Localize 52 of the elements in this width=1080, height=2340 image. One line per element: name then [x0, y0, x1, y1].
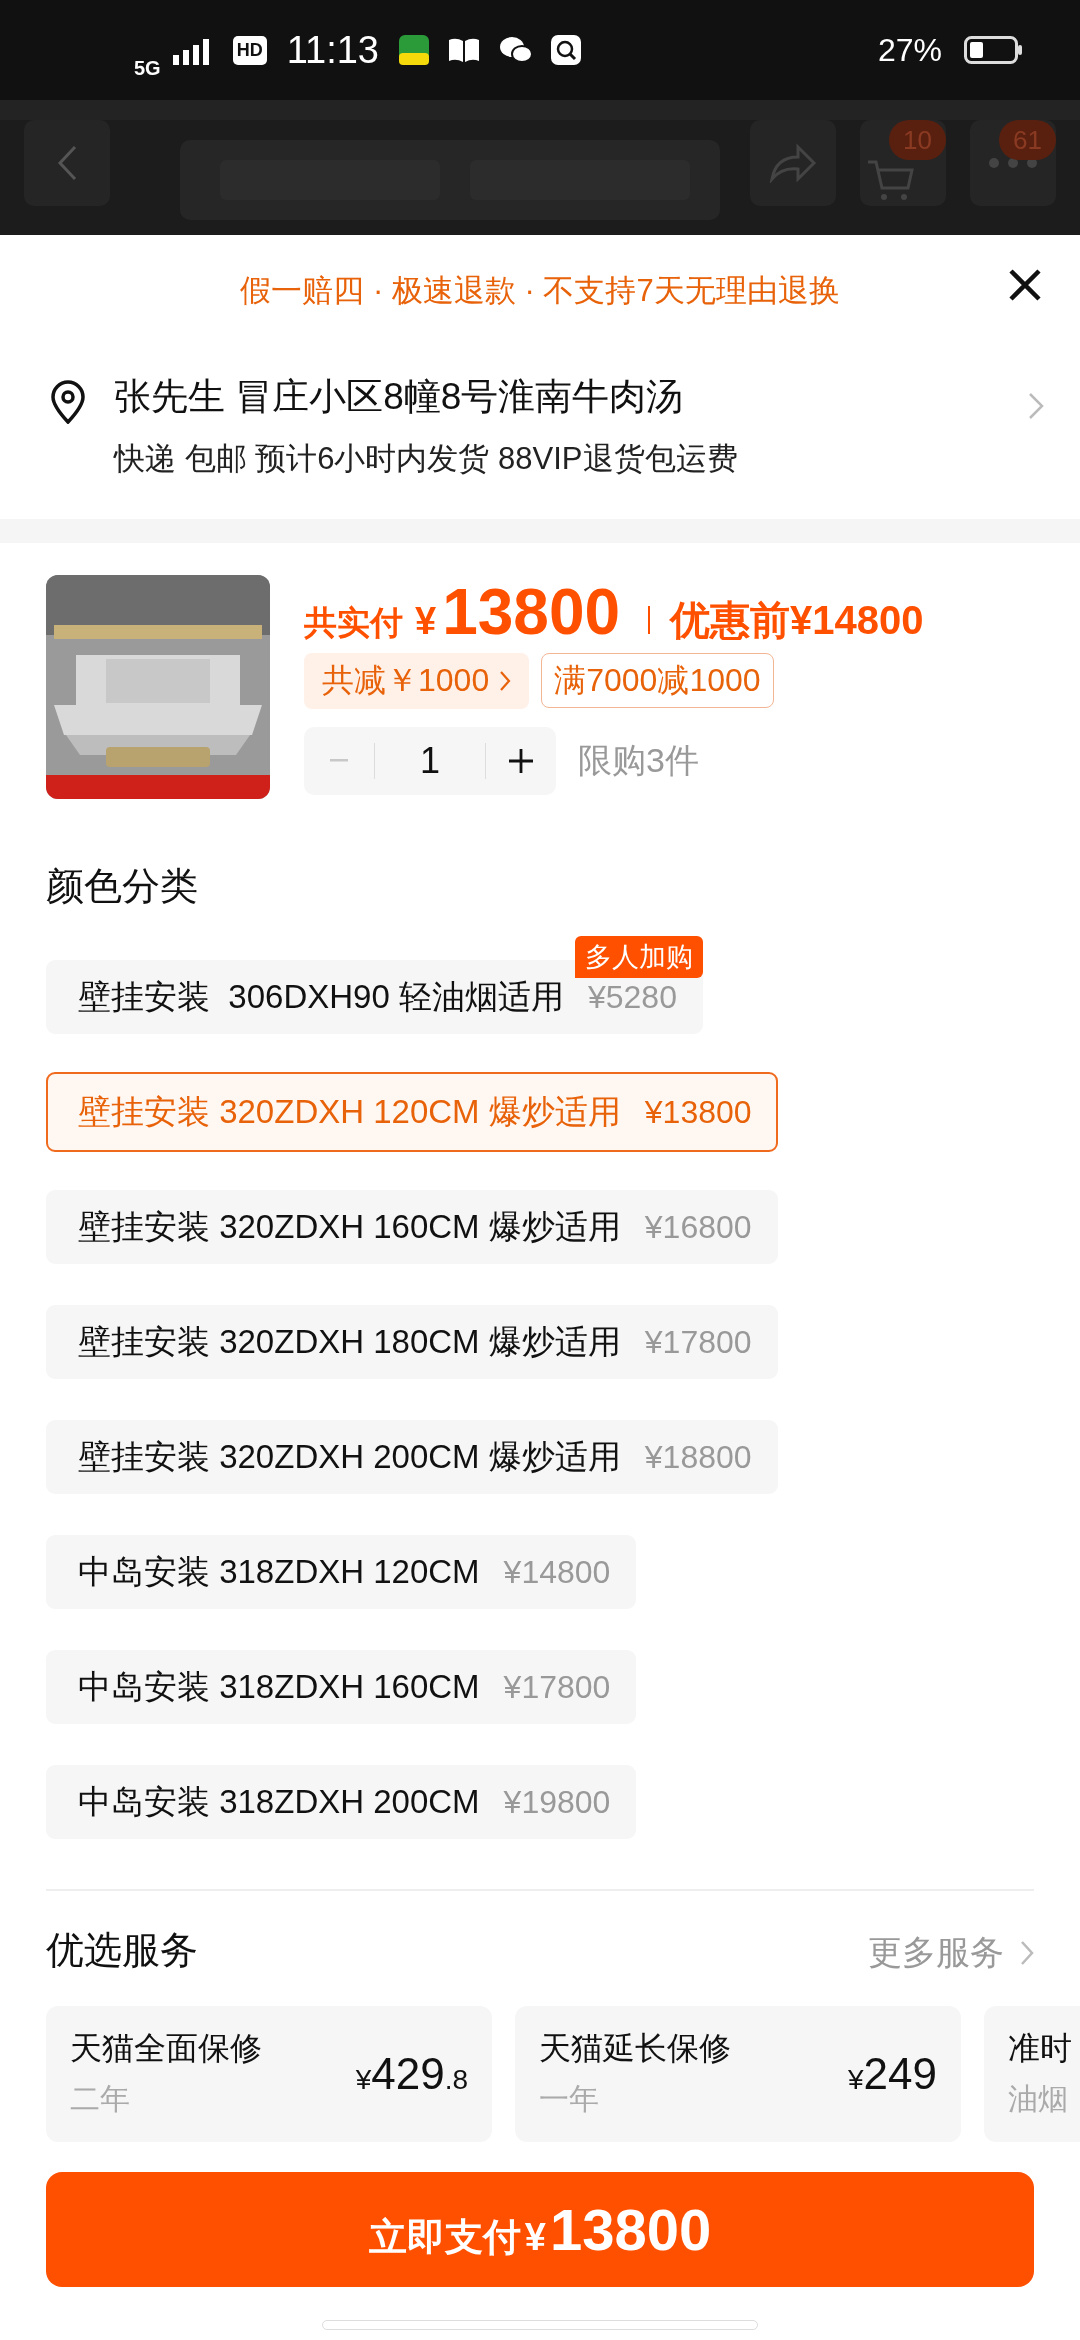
service-price: ¥249	[848, 2048, 937, 2099]
guarantee-notice: 假一赔四 · 极速退款 · 不支持7天无理由退换	[240, 272, 840, 310]
service-price: ¥429.8	[355, 2048, 468, 2099]
promo-tag: 满7000减1000	[541, 653, 774, 708]
option-chip[interactable]: 壁挂安装 320ZDXH 180CM 爆炒适用 ¥17800	[46, 1305, 778, 1379]
currency-symbol: ¥	[415, 600, 437, 643]
service-title: 天猫延长保修	[539, 2029, 731, 2068]
battery-icon	[964, 36, 1022, 64]
section-title: 优选服务	[45, 1927, 198, 1973]
price-amount: 13800	[442, 575, 621, 649]
delivery-info: 快递 包邮 预计6小时内发货 88VIP退货包运费	[114, 440, 739, 478]
hd-badge: HD	[232, 35, 267, 65]
purchase-limit: 限购3件	[578, 740, 699, 781]
more-icon	[988, 157, 1038, 169]
location-pin-icon	[50, 380, 86, 424]
app-icon	[398, 35, 429, 65]
option-chip[interactable]: 壁挂安装 320ZDXH 200CM 爆炒适用 ¥18800	[46, 1420, 778, 1494]
back-button[interactable]	[24, 120, 110, 206]
popular-badge: 多人加购	[574, 936, 703, 978]
quantity-value: 1	[374, 743, 486, 779]
option-chip[interactable]: 中岛安装 318ZDXH 120CM ¥14800	[46, 1535, 637, 1609]
service-term: 一年	[539, 2081, 600, 2117]
chevron-right-icon	[1020, 1939, 1034, 1966]
service-card[interactable]: 天猫延长保修 一年 ¥249	[515, 2005, 961, 2142]
close-icon	[1008, 268, 1042, 302]
network-type: 5G	[134, 56, 161, 80]
minus-icon	[330, 759, 348, 763]
chevron-right-icon	[499, 670, 512, 692]
service-card[interactable]: 天猫全面保修 二年 ¥429.8	[46, 2005, 492, 2142]
share-button[interactable]	[750, 120, 836, 206]
chevron-right-icon	[1028, 392, 1044, 420]
option-chip[interactable]: 中岛安装 318ZDXH 160CM ¥17800	[46, 1650, 637, 1724]
service-title: 天猫全面保修	[70, 2029, 262, 2068]
cart-icon	[866, 158, 916, 202]
service-title: 准时	[1008, 2029, 1072, 2068]
section-title: 颜色分类	[45, 864, 199, 909]
book-icon	[446, 36, 481, 64]
original-price: 优惠前¥14800	[670, 597, 924, 644]
address-text: 张先生 冒庄小区8幢8号淮南牛肉汤	[114, 375, 685, 419]
price-label: 共实付	[304, 603, 403, 643]
plus-icon	[509, 749, 533, 773]
service-term: 油烟	[1008, 2081, 1069, 2117]
address-row[interactable]: 张先生 冒庄小区8幢8号淮南牛肉汤 快递 包邮 预计6小时内发货 88VIP退货包运费	[0, 322, 1080, 519]
clock-time: 11:13	[286, 28, 379, 72]
share-icon	[768, 143, 818, 183]
search-app-icon	[550, 35, 581, 65]
back-icon	[55, 143, 79, 183]
option-chip[interactable]: 壁挂安装 320ZDXH 160CM 爆炒适用 ¥16800	[46, 1190, 778, 1264]
option-chip[interactable]: 中岛安装 318ZDXH 200CM ¥19800	[46, 1765, 637, 1839]
service-card[interactable]: 准时 油烟	[984, 2005, 1080, 2142]
service-term: 二年	[70, 2081, 131, 2117]
battery-percent: 27%	[877, 31, 942, 69]
